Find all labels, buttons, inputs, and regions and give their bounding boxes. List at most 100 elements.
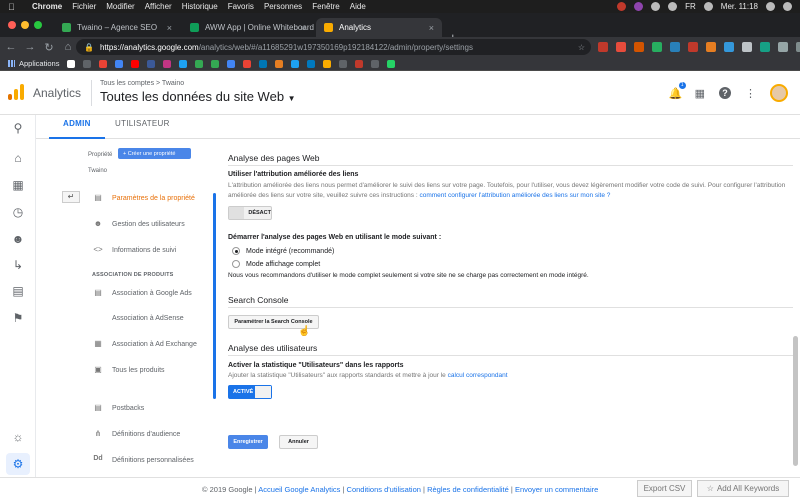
column-scroll-indicator[interactable]	[213, 193, 216, 399]
lock-icon[interactable]: 🔒	[84, 43, 94, 52]
create-property-button[interactable]: + Créer une propriété	[118, 148, 191, 159]
trello-bookmark-icon[interactable]	[307, 59, 316, 68]
profile-icon[interactable]	[778, 42, 788, 52]
realtime-icon[interactable]: ◷	[10, 204, 26, 220]
footer-link-terms[interactable]: Conditions d'utilisation	[347, 485, 421, 494]
menu-modifier[interactable]: Modifier	[106, 2, 134, 11]
control-center-icon[interactable]	[783, 2, 792, 11]
linkedin-bookmark-icon[interactable]	[259, 59, 268, 68]
menu-custom-definitions[interactable]: Dd Définitions personnalisées	[86, 451, 210, 469]
bookmark-icon[interactable]	[83, 59, 92, 68]
avatar[interactable]	[770, 84, 788, 102]
bookmark-icon[interactable]	[275, 59, 284, 68]
footer-link-privacy[interactable]: Règles de confidentialité	[427, 485, 509, 494]
bookmark-icon[interactable]	[371, 59, 380, 68]
bookmark-icon[interactable]	[355, 59, 364, 68]
extension-icon[interactable]	[634, 42, 644, 52]
radio-integrated-mode[interactable]: Mode intégré (recommandé)	[232, 247, 334, 255]
status-icon[interactable]	[651, 2, 661, 11]
conversions-icon[interactable]: ⚑	[10, 310, 26, 326]
extension-icon[interactable]	[670, 42, 680, 52]
help-link[interactable]: calcul correspondant	[448, 372, 508, 379]
bookmark-icon[interactable]	[195, 59, 204, 68]
instagram-bookmark-icon[interactable]	[163, 59, 172, 68]
twitter-bookmark-icon[interactable]	[179, 59, 188, 68]
menu-personnes[interactable]: Personnes	[264, 2, 302, 11]
menu-audience-definitions[interactable]: ⋔ Définitions d'audience	[86, 425, 210, 443]
extension-icon[interactable]	[706, 42, 716, 52]
facebook-bookmark-icon[interactable]	[147, 59, 156, 68]
menu-google-ads-link[interactable]: ▤ Association à Google Ads	[86, 284, 210, 302]
clock[interactable]: Mer. 11:18	[721, 2, 758, 11]
menu-historique[interactable]: Historique	[182, 2, 218, 11]
search-icon[interactable]	[766, 2, 775, 11]
cancel-button[interactable]: Annuler	[279, 435, 318, 449]
gmail-bookmark-icon[interactable]	[99, 59, 108, 68]
wifi-icon[interactable]	[668, 2, 678, 11]
back-icon[interactable]: ←	[3, 41, 19, 53]
extension-icon[interactable]	[688, 42, 698, 52]
help-link[interactable]: comment configurer l'attribution amélior…	[419, 192, 610, 199]
breadcrumb[interactable]: Tous les comptes > Twaino	[100, 80, 184, 87]
status-icon[interactable]	[617, 2, 627, 11]
bookmark-icon[interactable]	[115, 59, 124, 68]
analytics-bookmark-icon[interactable]	[323, 59, 332, 68]
menu-ad-exchange-link[interactable]: ▦ Association à Ad Exchange	[86, 335, 210, 353]
battery-icon[interactable]	[703, 2, 713, 11]
bookmark-icon[interactable]	[227, 59, 236, 68]
bookmark-icon[interactable]	[339, 59, 348, 68]
bookmark-star-icon[interactable]: ☆	[578, 43, 585, 52]
address-bar[interactable]: 🔒 https://analytics.google.com/analytics…	[76, 39, 591, 55]
bookmark-icon[interactable]	[291, 59, 300, 68]
menu-adsense-link[interactable]: Association à AdSense	[86, 309, 210, 327]
status-icon[interactable]	[634, 2, 644, 11]
menu-dots-icon[interactable]	[796, 42, 800, 52]
search-icon[interactable]: ⚲	[10, 120, 26, 136]
forward-icon[interactable]: →	[22, 41, 38, 53]
view-selector[interactable]: Toutes les données du site Web ▼	[100, 89, 296, 104]
language-indicator[interactable]: FR	[685, 2, 696, 11]
menu-property-settings[interactable]: ▤ Paramètres de la propriété	[86, 189, 210, 207]
tab-aww[interactable]: AWW App | Online Whiteboard ×	[182, 18, 314, 37]
notifications-icon[interactable]: 🔔 1	[669, 82, 686, 100]
apps-bookmark[interactable]: Applications	[8, 59, 59, 68]
footer-link-home[interactable]: Accueil Google Analytics	[258, 485, 340, 494]
extension-icon[interactable]	[598, 42, 608, 52]
home-icon[interactable]: ⌂	[10, 150, 26, 166]
close-window-icon[interactable]	[8, 21, 16, 29]
maximize-window-icon[interactable]	[34, 21, 42, 29]
tab-twaino[interactable]: Twaino – Agence SEO ×	[54, 18, 180, 37]
minimize-window-icon[interactable]	[21, 21, 29, 29]
apps-grid-icon[interactable]: ▦	[695, 87, 705, 100]
tab-utilisateur[interactable]: UTILISATEUR	[101, 115, 184, 139]
menu-aide[interactable]: Aide	[350, 2, 366, 11]
menu-app[interactable]: Chrome	[32, 2, 62, 11]
radio-full-mode[interactable]: Mode affichage complet	[232, 260, 320, 268]
google-bookmark-icon[interactable]	[67, 59, 76, 68]
menu-user-management[interactable]: ☻ Gestion des utilisateurs	[86, 215, 210, 233]
menu-afficher[interactable]: Afficher	[145, 2, 172, 11]
discover-icon[interactable]: ☼	[10, 429, 26, 445]
tab-analytics[interactable]: Analytics ×	[316, 18, 442, 37]
menu-postbacks[interactable]: ▤ Postbacks	[86, 399, 210, 417]
bookmark-icon[interactable]	[243, 59, 252, 68]
extension-icon[interactable]	[742, 42, 752, 52]
admin-gear-icon[interactable]: ⚙	[6, 453, 30, 475]
tab-admin[interactable]: ADMIN	[49, 115, 105, 139]
back-arrow-icon[interactable]: ↵	[62, 191, 80, 203]
extension-icon[interactable]	[760, 42, 770, 52]
users-metric-toggle[interactable]: ACTIVÉ	[228, 385, 272, 399]
menu-tracking-info[interactable]: <> Informations de suivi	[86, 241, 210, 259]
extension-icon[interactable]	[616, 42, 626, 52]
add-keywords-button[interactable]: ☆ Add All Keywords	[697, 480, 789, 497]
more-vert-icon[interactable]: ⋮	[745, 87, 756, 100]
menu-all-products[interactable]: ▣ Tous les produits	[86, 361, 210, 379]
menu-fenetre[interactable]: Fenêtre	[312, 2, 340, 11]
menu-fichier[interactable]: Fichier	[72, 2, 96, 11]
extension-icon[interactable]	[724, 42, 734, 52]
acquisition-icon[interactable]: ↳	[10, 257, 26, 273]
close-icon[interactable]: ×	[301, 23, 306, 33]
analytics-logo-icon[interactable]	[8, 84, 24, 100]
customization-icon[interactable]: ▦	[10, 177, 26, 193]
menu-favoris[interactable]: Favoris	[228, 2, 254, 11]
